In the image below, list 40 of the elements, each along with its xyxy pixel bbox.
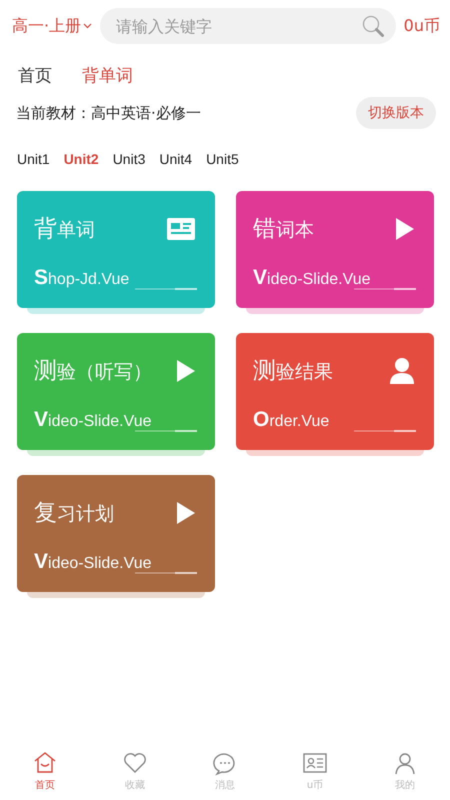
card-title: 测验结果 [253, 357, 333, 386]
tab[interactable]: 首页 [18, 64, 52, 87]
underline-drawing [354, 288, 416, 290]
unit-tab[interactable]: Unit3 [112, 151, 146, 167]
unit-tab[interactable]: Unit4 [159, 151, 192, 167]
card-title: 错词本 [253, 215, 314, 244]
underline-drawing [135, 572, 197, 574]
unit-tab[interactable]: Unit2 [64, 151, 99, 167]
grade-selector[interactable]: 高一·上册 [12, 16, 92, 36]
unit-tab[interactable]: Unit1 [17, 151, 50, 167]
underline-drawing [354, 430, 416, 432]
feature-card[interactable]: 错词本 Video-Slide.Vue [236, 191, 434, 308]
feature-card[interactable]: 复习计划 Video-Slide.Vue [17, 475, 215, 592]
play-icon [177, 502, 195, 524]
search-field[interactable]: 请输入关键字 [100, 8, 396, 44]
card-title: 背单词 [34, 215, 95, 244]
underline-drawing [135, 430, 197, 432]
search-icon [362, 15, 384, 37]
card-subtitle: Video-Slide.Vue [253, 266, 370, 290]
card-subtitle: Video-Slide.Vue [34, 550, 152, 574]
person-icon [390, 358, 414, 384]
feature-card[interactable]: 测验结果 Order.Vue [236, 333, 434, 450]
card-subtitle: Shop-Jd.Vue [34, 266, 130, 290]
nav-item[interactable]: 首页 [0, 744, 90, 800]
coin-balance[interactable]: 0u币 [404, 16, 440, 36]
textbook-label: 当前教材：高中英语·必修一 [16, 104, 201, 122]
feature-card[interactable]: 背单词 Shop-Jd.Vue [17, 191, 215, 308]
id-card-icon [167, 216, 195, 240]
underline-drawing [135, 288, 197, 290]
card-title: 测验（听写） [34, 357, 152, 386]
chevron-down-icon [83, 23, 92, 29]
switch-version-button[interactable]: 切换版本 [356, 97, 436, 129]
card-subtitle: Video-Slide.Vue [34, 408, 152, 432]
card-title: 复习计划 [34, 499, 114, 528]
play-icon [396, 218, 414, 240]
unit-tab[interactable]: Unit5 [206, 151, 239, 167]
card-subtitle: Order.Vue [253, 408, 330, 432]
play-icon [177, 360, 195, 382]
tab[interactable]: 背单词 [82, 64, 133, 87]
feature-card[interactable]: 测验（听写） Video-Slide.Vue [17, 333, 215, 450]
